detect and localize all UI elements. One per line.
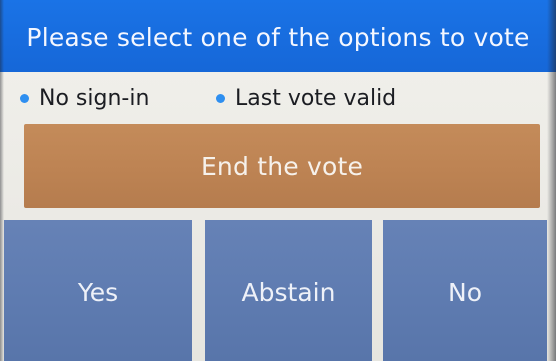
status-label: No sign-in — [39, 85, 150, 111]
end-vote-button[interactable]: End the vote — [24, 124, 540, 208]
status-dot-icon — [20, 93, 29, 103]
header-bar: Please select one of the options to vote — [0, 0, 556, 72]
page-title: Please select one of the options to vote — [26, 22, 530, 52]
end-vote-label: End the vote — [200, 151, 364, 181]
status-dot-icon — [216, 93, 225, 103]
vote-abstain-label: Abstain — [241, 278, 336, 307]
vote-yes-label: Yes — [77, 278, 119, 307]
vote-abstain-button[interactable]: Abstain — [205, 220, 372, 361]
vote-no-label: No — [448, 278, 482, 307]
status-last-vote-valid: Last vote valid — [216, 76, 396, 120]
voting-screen: Please select one of the options to vote… — [0, 0, 556, 361]
vote-options-row: Yes Abstain No — [0, 220, 556, 361]
status-label: Last vote valid — [235, 85, 397, 111]
status-no-sign-in: No sign-in — [20, 76, 149, 120]
vote-yes-button[interactable]: Yes — [4, 220, 192, 361]
status-row: No sign-in Last vote valid — [0, 76, 556, 120]
vote-no-button[interactable]: No — [383, 220, 547, 361]
